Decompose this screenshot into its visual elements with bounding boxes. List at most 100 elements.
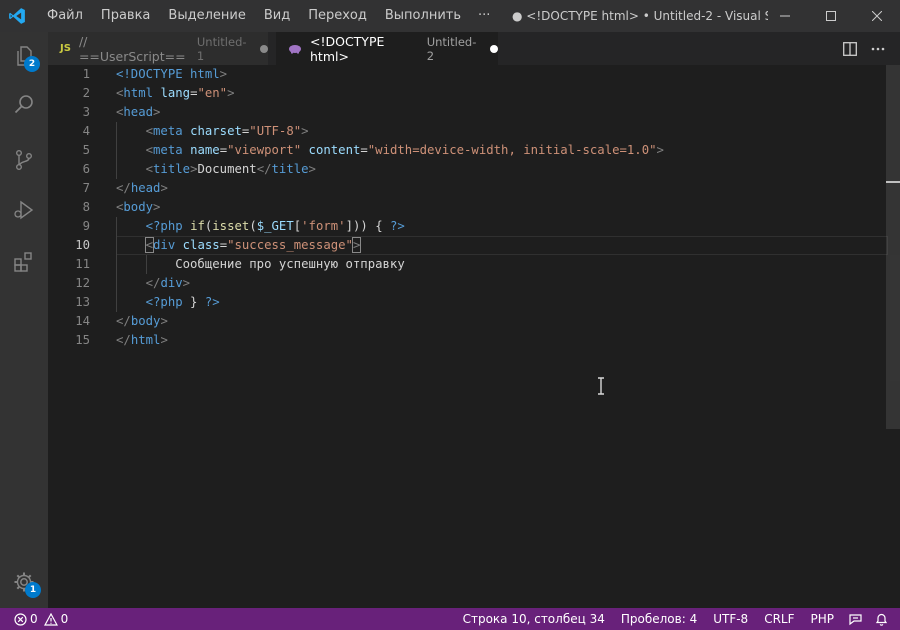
code-line: Сообщение про успешную отправку — [116, 255, 405, 274]
menu-more-button[interactable]: ··· — [470, 0, 498, 32]
code-token: > — [351, 237, 362, 253]
code-line: <div class="success_message"> — [116, 236, 362, 255]
editor-scrollbar[interactable] — [886, 65, 900, 608]
menu-run[interactable]: Выполнить — [376, 0, 470, 32]
code-editor[interactable]: 1 2 3 4 5 6 7 8 9 10 11 12 13 14 15 <!DOCTYPE html> <ht… — [48, 65, 900, 608]
tab-bar: JS // ==UserScript== Untitled-1 <!DOCTYP… — [48, 32, 900, 65]
menu-bar: Файл Правка Выделение Вид Переход Выполн… — [38, 0, 498, 32]
menu-selection[interactable]: Выделение — [159, 0, 254, 32]
code-token: body — [123, 200, 154, 214]
tab-description: Untitled-2 — [426, 34, 477, 63]
source-control-icon — [15, 150, 32, 171]
menu-file[interactable]: Файл — [38, 0, 92, 32]
code-line: </head> — [116, 179, 168, 198]
code-token: </ — [256, 162, 272, 176]
minimize-button[interactable] — [762, 0, 808, 32]
code-line: <title>Document</title> — [116, 160, 316, 179]
language-mode[interactable]: PHP — [803, 608, 843, 630]
code-token: div — [153, 238, 176, 252]
extensions-button[interactable] — [0, 238, 48, 286]
tab-untitled-1[interactable]: JS // ==UserScript== Untitled-1 — [48, 32, 268, 65]
warning-icon — [43, 612, 58, 626]
line-number: 12 — [75, 276, 90, 290]
scrollbar-thumb[interactable] — [886, 65, 900, 429]
code-token: div — [160, 276, 183, 290]
code-token: = — [219, 238, 228, 252]
code-line: </body> — [116, 312, 168, 331]
menu-edit[interactable]: Правка — [92, 0, 159, 32]
tab-untitled-2[interactable]: <!DOCTYPE html> Untitled-2 — [276, 32, 498, 65]
menu-view[interactable]: Вид — [255, 0, 299, 32]
code-line: </div> — [116, 274, 190, 293]
close-button[interactable] — [854, 0, 900, 32]
code-token: isset — [212, 219, 250, 233]
run-debug-button[interactable] — [0, 186, 48, 234]
code-token: 'form' — [301, 219, 346, 233]
code-token: > — [160, 314, 168, 328]
error-icon — [14, 612, 27, 626]
split-editor-icon — [843, 41, 857, 56]
title-bar: Файл Правка Выделение Вид Переход Выполн… — [0, 0, 900, 32]
code-token: $_GET — [256, 219, 294, 233]
code-line: <?php if(isset($_GET['form'])) { ?> — [116, 217, 405, 236]
maximize-button[interactable] — [808, 0, 854, 32]
search-button[interactable] — [0, 80, 48, 128]
eol-setting[interactable]: CRLF — [756, 608, 802, 630]
activity-bar: 2 1 — [0, 32, 48, 608]
cursor-position[interactable]: Строка 10, столбец 34 — [455, 608, 613, 630]
split-editor-button[interactable] — [836, 32, 864, 65]
line-number: 14 — [75, 314, 90, 328]
editor-actions — [836, 32, 900, 65]
settings-badge: 1 — [25, 582, 41, 598]
explorer-badge: 2 — [24, 56, 40, 72]
maximize-icon — [826, 11, 836, 21]
unsaved-dot-icon[interactable] — [260, 44, 268, 53]
code-token: = — [219, 143, 228, 157]
problems-indicator[interactable]: 0 0 — [0, 612, 68, 626]
code-line: </html> — [116, 331, 168, 350]
code-token: > — [160, 181, 168, 195]
explorer-button[interactable]: 2 — [0, 32, 48, 80]
code-line: <html lang="en"> — [116, 84, 235, 103]
tab-label: // ==UserScript== — [78, 33, 186, 64]
error-count: 0 — [30, 612, 38, 626]
code-token: > — [656, 143, 664, 157]
line-number: 3 — [82, 105, 90, 119]
line-number: 2 — [82, 86, 90, 100]
code-line: <meta charset="UTF-8"> — [116, 122, 309, 141]
unsaved-dot-icon[interactable] — [490, 44, 498, 53]
code-token: = — [360, 143, 368, 157]
code-token: meta — [153, 143, 183, 157]
code-token: } — [182, 295, 205, 309]
settings-button[interactable]: 1 — [0, 558, 48, 606]
notifications-button[interactable] — [869, 608, 900, 630]
code-token: > — [153, 200, 161, 214]
cursor-position-marker — [886, 181, 900, 183]
indentation-setting[interactable]: Пробелов: 4 — [613, 608, 705, 630]
encoding-setting[interactable]: UTF-8 — [705, 608, 756, 630]
code-token: > — [219, 67, 228, 81]
code-token: "viewport" — [227, 143, 302, 157]
source-control-button[interactable] — [0, 136, 48, 184]
window-title: ● <!DOCTYPE html> • Untitled-2 - Visual … — [512, 9, 768, 23]
code-token: <?php — [145, 295, 183, 309]
code-token: "success_message" — [227, 238, 353, 252]
code-token: meta — [153, 124, 183, 138]
text-cursor-icon — [598, 377, 604, 395]
code-token: > — [301, 124, 309, 138]
code-token: < — [145, 162, 154, 176]
tab-description: Untitled-1 — [196, 34, 247, 63]
line-number: 5 — [82, 143, 90, 157]
menu-go[interactable]: Переход — [299, 0, 376, 32]
feedback-button[interactable] — [842, 608, 869, 630]
code-token: name — [190, 143, 220, 157]
more-actions-button[interactable] — [864, 32, 892, 65]
code-token: title — [153, 162, 191, 176]
